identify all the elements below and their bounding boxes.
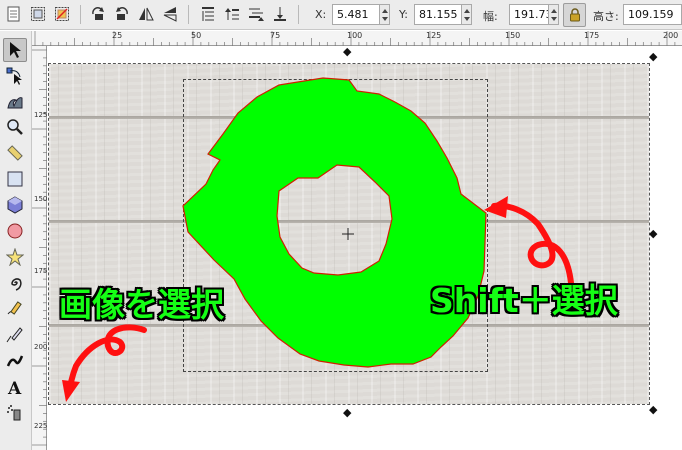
deselect-icon[interactable] [52, 4, 72, 24]
rotate-ccw-icon[interactable] [88, 4, 108, 24]
x-spinner[interactable] [380, 4, 390, 25]
measure-tool[interactable] [3, 141, 27, 165]
x-label: X: [315, 8, 327, 21]
3d-box-tool[interactable] [3, 193, 27, 217]
spiral-tool[interactable] [3, 271, 27, 295]
ruler-tick-label: 75 [270, 31, 281, 40]
ruler-tick-label: 25 [112, 31, 123, 40]
pen-tool[interactable] [3, 323, 27, 347]
x-input[interactable]: 5.481 [332, 4, 380, 25]
rectangle-tool[interactable] [3, 167, 27, 191]
ruler-tick-label: 200 [34, 343, 48, 351]
ruler-tick-label: 175 [34, 267, 48, 275]
ruler-tick-label: 175 [584, 31, 600, 40]
node-tool[interactable] [3, 64, 27, 88]
arrow-to-photo [62, 324, 147, 402]
zoom-tool[interactable] [3, 115, 27, 139]
lock-ratio-icon[interactable] [563, 3, 586, 27]
flip-vertical-icon[interactable] [160, 4, 180, 24]
star-tool[interactable] [3, 245, 27, 269]
width-input[interactable]: 191.737 [509, 4, 549, 25]
y-spinner[interactable] [462, 4, 472, 25]
y-label: Y: [399, 8, 408, 21]
scale-handle-right[interactable]: ◆ [649, 228, 657, 239]
svg-text:A: A [7, 379, 22, 396]
rotate-cw-icon[interactable] [112, 4, 132, 24]
scale-handle-top[interactable]: ◆ [343, 46, 351, 57]
select-all-icon[interactable] [4, 4, 24, 24]
horizontal-ruler[interactable]: 25 50 75 100 125 150 175 200 [32, 31, 682, 46]
width-spinner[interactable] [549, 4, 559, 25]
toolbox: A [0, 31, 32, 450]
tool-controls-bar: X: 5.481 Y: 81.155 幅: 191.737 高さ: 109.15… [0, 0, 682, 30]
drawing-canvas[interactable]: 画像を選択 Shift＋選択 ◆ ◆ ◆ ◆ ◆ [48, 46, 682, 450]
pencil-tool[interactable] [3, 297, 27, 321]
height-label: 高さ: [593, 10, 619, 23]
lower-to-bottom-icon[interactable] [270, 4, 290, 24]
scale-handle-bottom[interactable]: ◆ [343, 407, 351, 418]
annotation-shift-select: Shift＋選択 [430, 281, 618, 320]
ruler-tick-label: 150 [34, 195, 48, 203]
lower-icon[interactable] [246, 4, 266, 24]
scale-handle-top-right[interactable]: ◆ [649, 51, 657, 62]
flip-horizontal-icon[interactable] [136, 4, 156, 24]
ruler-tick-label: 125 [426, 31, 442, 40]
vertical-ruler[interactable]: 125 150 175 200 225 [32, 46, 47, 450]
spray-tool[interactable] [3, 401, 27, 425]
ruler-tick-label: 100 [347, 31, 363, 40]
ruler-tick-label: 125 [34, 111, 48, 119]
width-label: 幅: [483, 10, 498, 23]
text-tool[interactable]: A [3, 375, 27, 399]
raise-to-top-icon[interactable] [198, 4, 218, 24]
ruler-tick-label: 150 [505, 31, 521, 40]
selector-tool[interactable] [3, 38, 27, 62]
select-all-layers-icon[interactable] [28, 4, 48, 24]
annotation-select-image: 画像を選択 [59, 285, 224, 324]
tweak-tool[interactable] [3, 89, 27, 113]
ruler-tick-label: 50 [191, 31, 202, 40]
scale-handle-bottom-right[interactable]: ◆ [649, 404, 657, 415]
y-input[interactable]: 81.155 [414, 4, 462, 25]
calligraphy-tool[interactable] [3, 349, 27, 373]
ruler-tick-label: 225 [34, 422, 48, 430]
height-input[interactable]: 109.159 [623, 4, 682, 25]
raise-icon[interactable] [222, 4, 242, 24]
ruler-tick-label: 200 [663, 31, 679, 40]
ellipse-tool[interactable] [3, 219, 27, 243]
